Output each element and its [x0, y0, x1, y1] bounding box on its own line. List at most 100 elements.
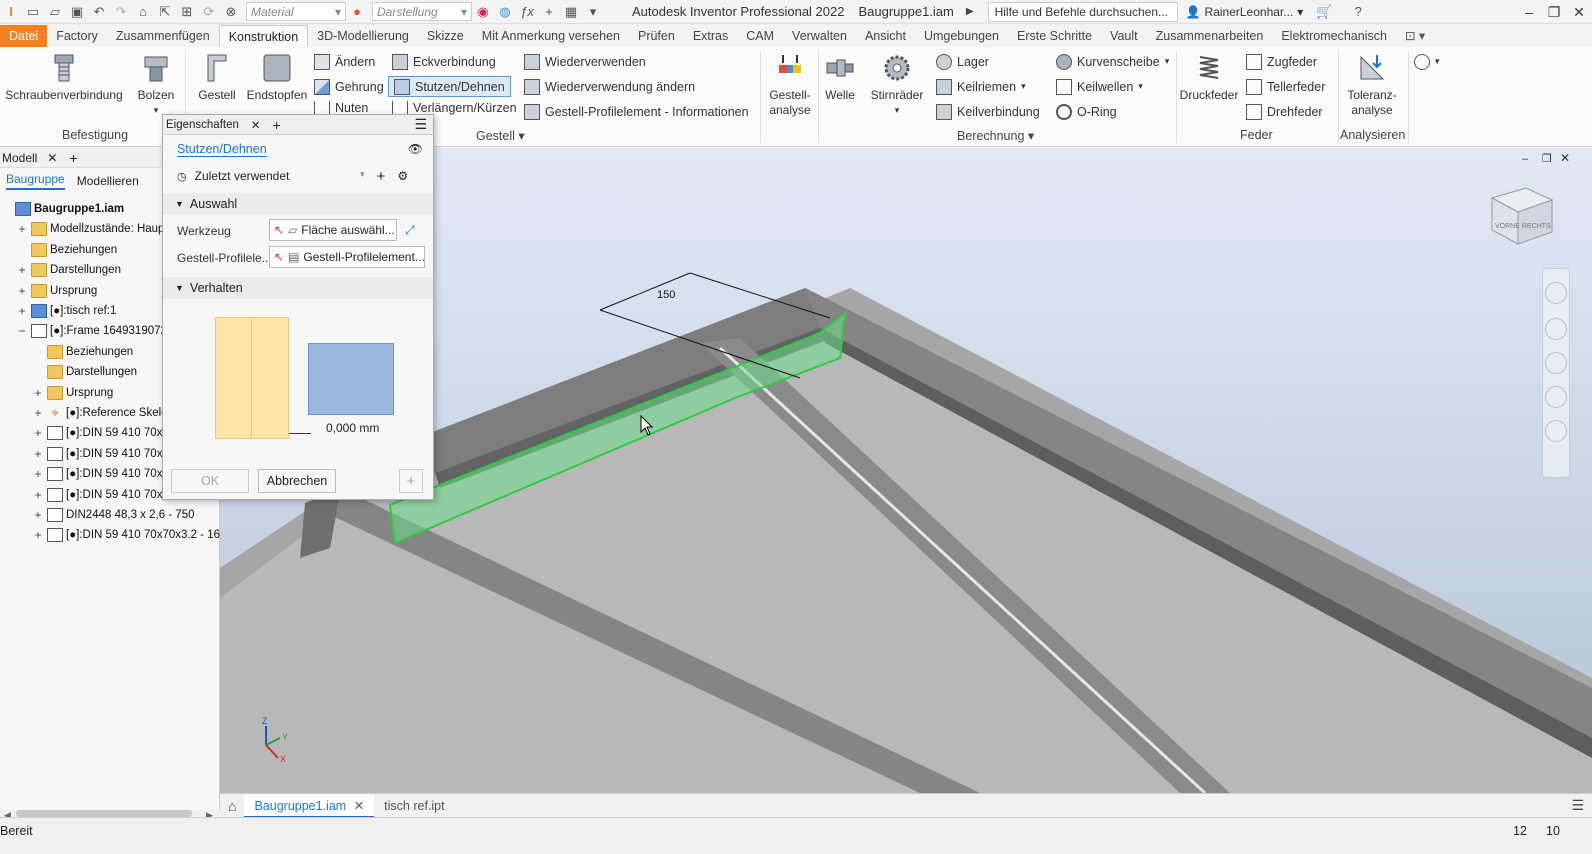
- tab-konstruktion[interactable]: Konstruktion: [218, 25, 309, 47]
- tree-expander-icon[interactable]: +: [16, 222, 28, 236]
- tab-ansicht[interactable]: Ansicht: [856, 25, 915, 47]
- appearance-combo[interactable]: Darstellung ▾: [372, 2, 472, 21]
- adjust-icon[interactable]: ◍: [494, 2, 516, 22]
- ribbon-options-icon[interactable]: ⊡ ▾: [1396, 25, 1434, 47]
- tab-3d-modellierung[interactable]: 3D-Modellierung: [308, 25, 418, 47]
- help-search-input[interactable]: Hilfe und Befehle durchsuchen...: [987, 1, 1178, 22]
- tab-zusammenfuegen[interactable]: Zusammenfügen: [107, 25, 219, 47]
- tab-extras[interactable]: Extras: [684, 25, 737, 47]
- appearance-clear-icon[interactable]: ⊗: [220, 2, 242, 22]
- viewport-minimize-icon[interactable]: –: [1522, 153, 1529, 165]
- properties-close-icon[interactable]: ✕: [251, 118, 261, 132]
- profil-select-field[interactable]: ↖ ▤ Gestell-Profilelement...: [269, 246, 425, 268]
- gestell-info-button[interactable]: Gestell-Profilelement - Informationen: [524, 101, 749, 122]
- section-verhalten[interactable]: ▼ Verhalten: [163, 277, 433, 299]
- stutzen-dehnen-button[interactable]: Stutzen/Dehnen: [388, 76, 511, 97]
- home-icon[interactable]: ⌂: [132, 2, 154, 22]
- help-icon[interactable]: ?: [1347, 2, 1369, 22]
- tellerfeder-button[interactable]: Tellerfeder: [1246, 76, 1325, 97]
- tree-item[interactable]: + DIN2448 48,3 x 2,6 - 750: [32, 505, 195, 525]
- tab-anmerkung[interactable]: Mit Anmerkung versehen: [473, 25, 629, 47]
- lager-button[interactable]: Lager: [936, 51, 989, 72]
- tab-skizze[interactable]: Skizze: [418, 25, 473, 47]
- undo-icon[interactable]: ↶: [88, 2, 110, 22]
- minimize-icon[interactable]: –: [1516, 0, 1542, 24]
- browser-close-icon[interactable]: ✕: [47, 151, 57, 165]
- offset-value[interactable]: 0,000 mm: [326, 421, 379, 435]
- tree-expander-icon[interactable]: −: [16, 324, 28, 338]
- o-ring-button[interactable]: O-Ring: [1056, 101, 1117, 122]
- properties-add-icon[interactable]: +: [273, 117, 281, 133]
- tree-item[interactable]: Beziehungen: [16, 240, 117, 260]
- doc-tab-baugruppe1[interactable]: Baugruppe1.iam ✕: [244, 793, 375, 818]
- preset-dropdown[interactable]: Zuletzt verwendet ▾: [195, 169, 365, 183]
- tree-expander-icon[interactable]: +: [32, 488, 44, 502]
- tree-item[interactable]: Baugruppe1.iam: [0, 199, 124, 219]
- welle-button[interactable]: Welle: [820, 51, 860, 103]
- scrollbar-thumb[interactable]: [16, 810, 192, 817]
- browser-tab-modellieren[interactable]: Modellieren: [77, 174, 139, 188]
- tree-item[interactable]: Darstellungen: [32, 362, 137, 382]
- gehrung-button[interactable]: Gehrung: [314, 76, 384, 97]
- properties-menu-icon[interactable]: ☰: [414, 116, 427, 133]
- tree-item[interactable]: + Ursprung: [32, 383, 113, 403]
- tab-zusammenarbeiten[interactable]: Zusammenarbeiten: [1147, 25, 1273, 47]
- druckfeder-button[interactable]: Druckfeder: [1178, 51, 1240, 103]
- tree-expander-icon[interactable]: +: [32, 386, 44, 400]
- bolzen-button[interactable]: Bolzen ▾: [134, 51, 178, 118]
- wiederverwenden-button[interactable]: Wiederverwenden: [524, 51, 646, 72]
- tree-item[interactable]: − [●]:Frame 1649319072135: [16, 321, 186, 341]
- drehfeder-button[interactable]: Drehfeder: [1246, 101, 1323, 122]
- preset-settings-icon[interactable]: ⚙: [397, 169, 408, 183]
- material-combo[interactable]: Material ▾: [246, 2, 346, 21]
- tab-verwalten[interactable]: Verwalten: [783, 25, 856, 47]
- measure-icon[interactable]: ⊞: [176, 2, 198, 22]
- look-at-icon[interactable]: [1545, 420, 1567, 442]
- browser-add-icon[interactable]: +: [69, 150, 77, 166]
- doc-tab-tisch-ref[interactable]: tisch ref.ipt: [374, 794, 454, 818]
- tab-vault[interactable]: Vault: [1101, 25, 1147, 47]
- browser-horizontal-scrollbar[interactable]: ◀ ▶: [0, 810, 220, 820]
- tree-item[interactable]: + Darstellungen: [16, 260, 121, 280]
- zugfeder-button[interactable]: Zugfeder: [1246, 51, 1317, 72]
- home-tab-icon[interactable]: ⌂: [220, 798, 244, 814]
- close-icon[interactable]: ✕: [1566, 0, 1592, 24]
- tab-datei[interactable]: Datei: [0, 25, 48, 47]
- view-cube[interactable]: VORNE RECHTS: [1490, 187, 1554, 245]
- viewport-restore-icon[interactable]: ❐: [1542, 153, 1552, 165]
- tab-factory[interactable]: Factory: [47, 25, 107, 47]
- tree-expander-icon[interactable]: +: [32, 528, 44, 542]
- tree-expander-icon[interactable]: +: [16, 304, 28, 318]
- eckverbindung-button[interactable]: Eckverbindung: [392, 51, 496, 72]
- viewport-close-icon[interactable]: ✕: [1560, 151, 1570, 165]
- section-auswahl[interactable]: ▼ Auswahl: [163, 193, 433, 215]
- new-file-icon[interactable]: ▭: [22, 2, 44, 22]
- group-berechnung[interactable]: Berechnung ▾: [957, 128, 1034, 143]
- toleranzanalyse-button[interactable]: Toleranz-analyse: [1342, 51, 1402, 118]
- orbit-icon[interactable]: [1545, 386, 1567, 408]
- plus-icon[interactable]: +: [538, 2, 560, 22]
- cart-icon[interactable]: 🛒: [1313, 2, 1335, 22]
- gestell-einfuegen-button[interactable]: Gestell einfügen: [192, 51, 242, 103]
- tree-expander-icon[interactable]: +: [32, 426, 44, 440]
- fx-icon[interactable]: ƒx: [516, 2, 538, 22]
- tree-item[interactable]: + ⌖ [●]:Reference Skeleton: [32, 403, 183, 423]
- werkzeug-select-field[interactable]: ↖ ▱ Fläche auswähl...: [269, 219, 397, 241]
- customize-icon[interactable]: ▾: [582, 2, 604, 22]
- tree-expander-icon[interactable]: +: [32, 447, 44, 461]
- flip-direction-icon[interactable]: ⤢: [405, 223, 415, 238]
- nuten-button[interactable]: Nuten: [314, 101, 368, 115]
- select-icon[interactable]: ⇱: [154, 2, 176, 22]
- tab-cam[interactable]: CAM: [737, 25, 783, 47]
- browser-tab-modell[interactable]: Modell: [2, 151, 37, 165]
- aendern-button[interactable]: Ändern: [314, 51, 375, 72]
- apply-add-button[interactable]: +: [399, 469, 423, 493]
- tree-item[interactable]: + [●]:DIN 59 410 70x70x3.2 - 1650,57: [32, 525, 249, 545]
- redo-icon[interactable]: ↷: [110, 2, 132, 22]
- verlaengern-kuerzen-button[interactable]: Verlängern/Kürzen: [392, 101, 517, 115]
- properties-tab[interactable]: Eigenschaften: [166, 119, 239, 131]
- tree-expander-icon[interactable]: +: [32, 467, 44, 481]
- pan-icon[interactable]: [1545, 318, 1567, 340]
- save-icon[interactable]: ▣: [66, 2, 88, 22]
- cancel-button[interactable]: Abbrechen: [258, 469, 336, 493]
